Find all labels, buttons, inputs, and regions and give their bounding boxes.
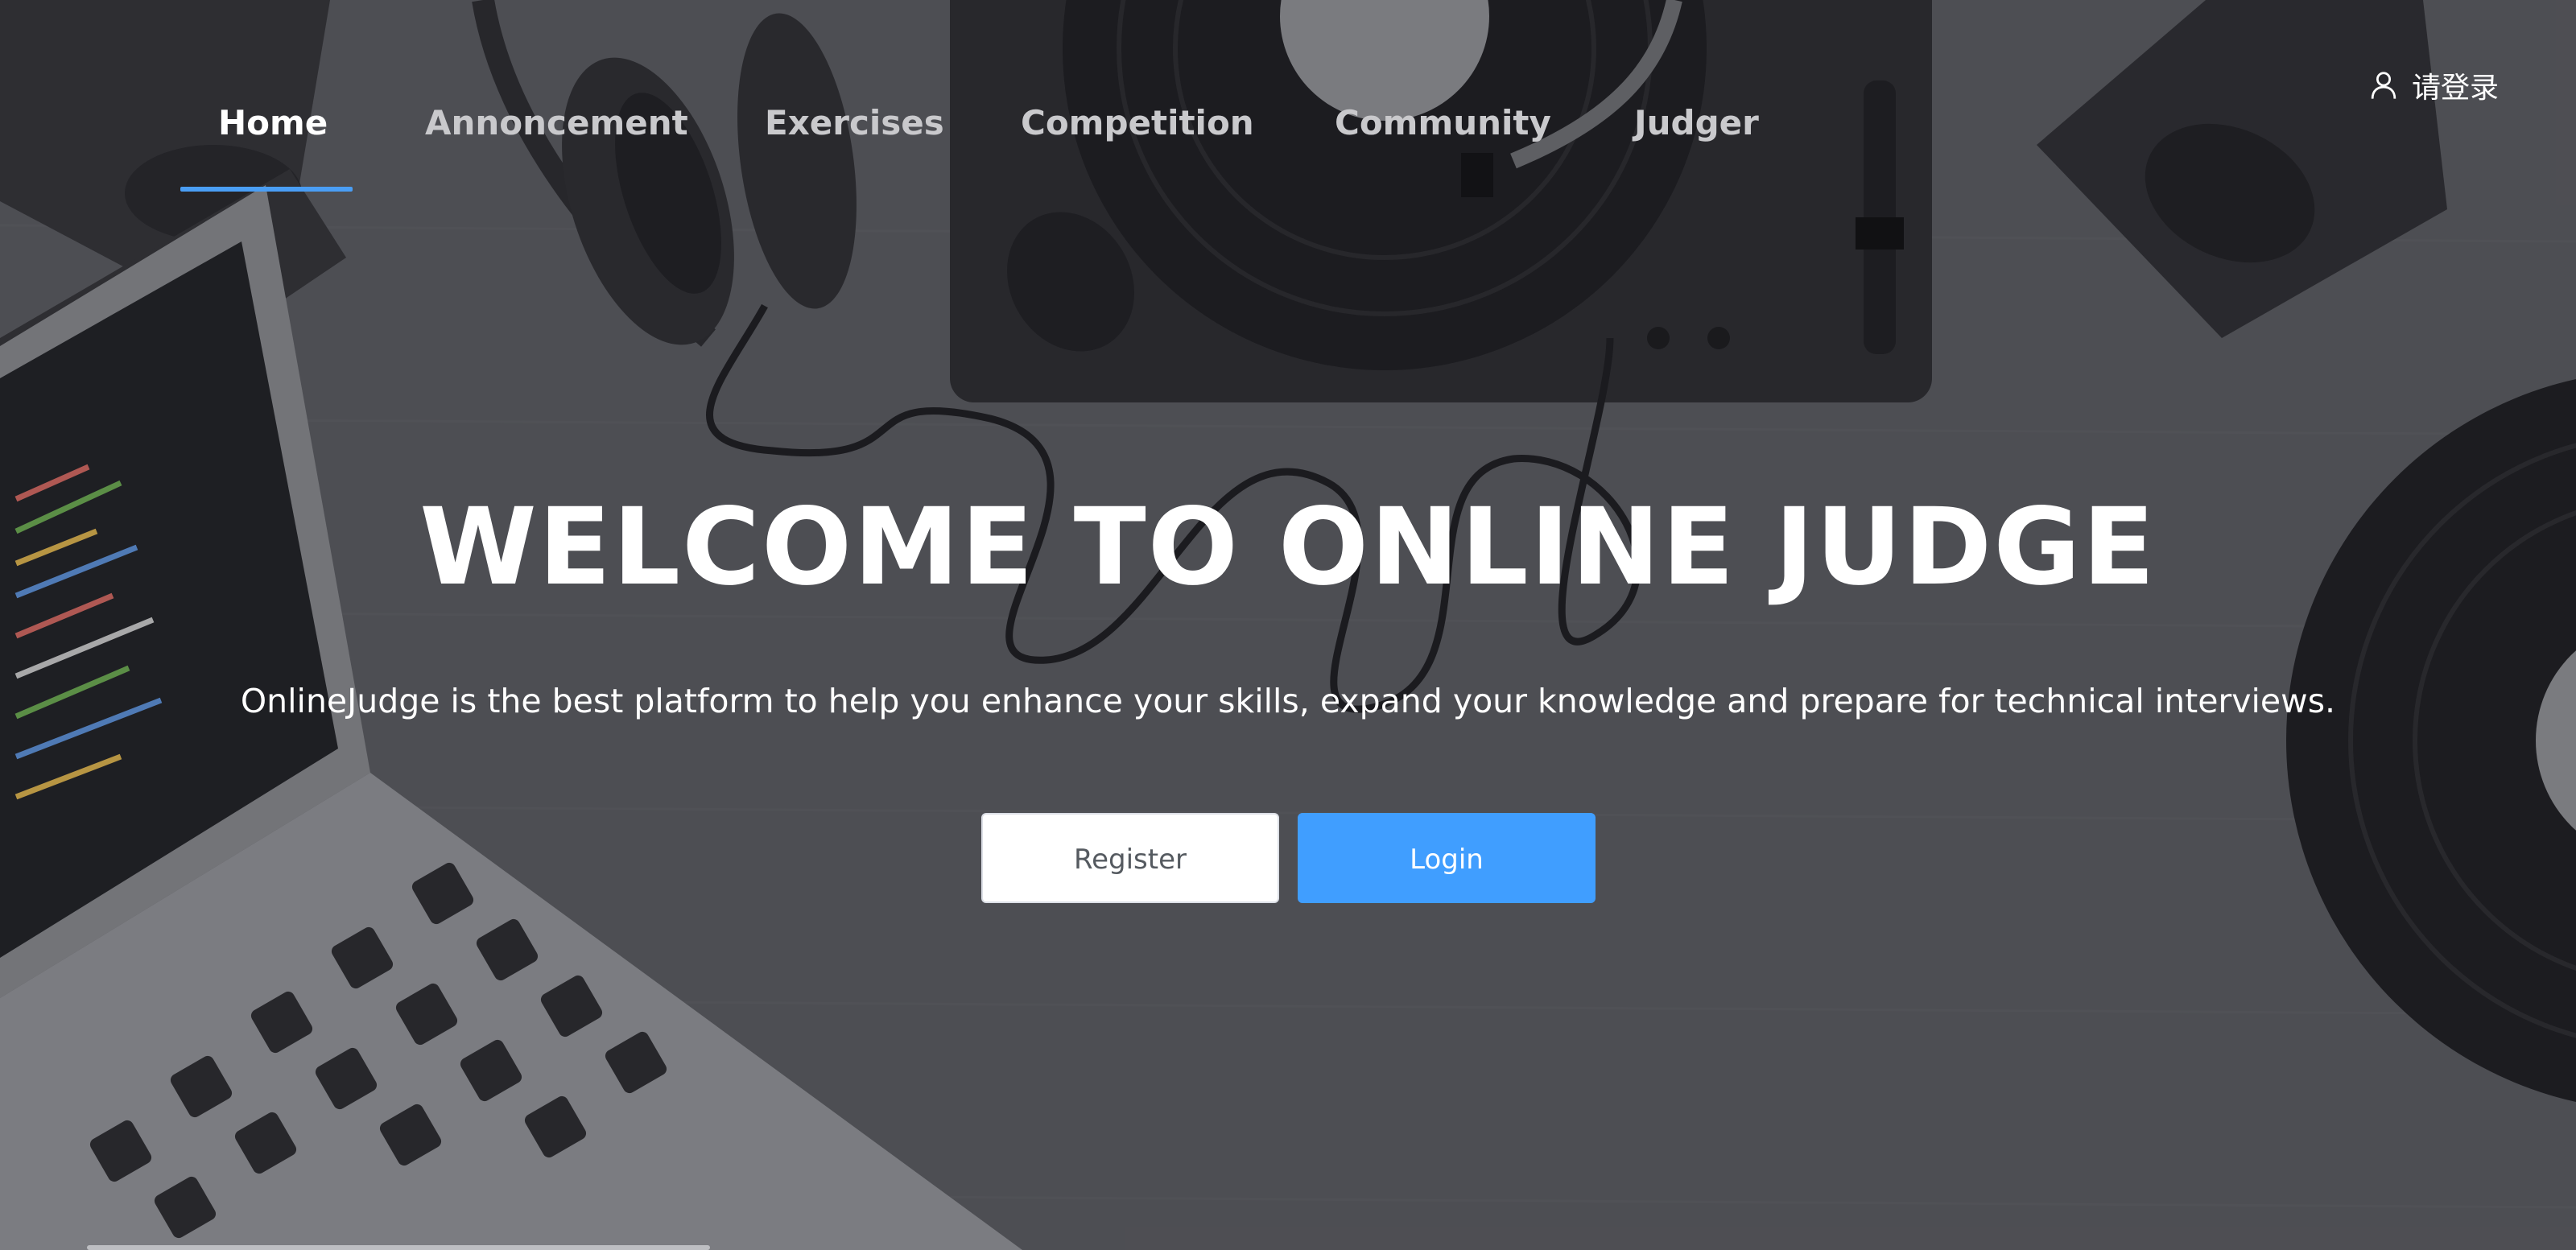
top-navigation: Home Annoncement Exercises Competition C…: [0, 0, 2576, 193]
nav-item-judger[interactable]: Judger: [1634, 95, 1759, 151]
login-prompt-label: 请登录: [2411, 72, 2499, 105]
login-button[interactable]: Login: [1298, 813, 1596, 903]
nav-item-competition[interactable]: Competition: [1021, 95, 1254, 151]
user-login-link[interactable]: 请登录: [2370, 61, 2499, 109]
nav-item-exercises[interactable]: Exercises: [765, 95, 944, 151]
user-icon: [2371, 72, 2396, 99]
hero-subtitle: OnlineJudge is the best platform to help…: [240, 682, 2336, 720]
active-nav-indicator: [180, 187, 353, 192]
nav-item-community[interactable]: Community: [1335, 95, 1551, 151]
home-page: Home Annoncement Exercises Competition C…: [0, 0, 2576, 1250]
register-button[interactable]: Register: [981, 813, 1279, 903]
horizontal-scrollbar[interactable]: [87, 1245, 710, 1250]
hero-title: WELCOME TO ONLINE JUDGE: [419, 485, 2157, 609]
nav-item-annoncement[interactable]: Annoncement: [425, 95, 688, 151]
nav-item-home[interactable]: Home: [218, 95, 328, 151]
